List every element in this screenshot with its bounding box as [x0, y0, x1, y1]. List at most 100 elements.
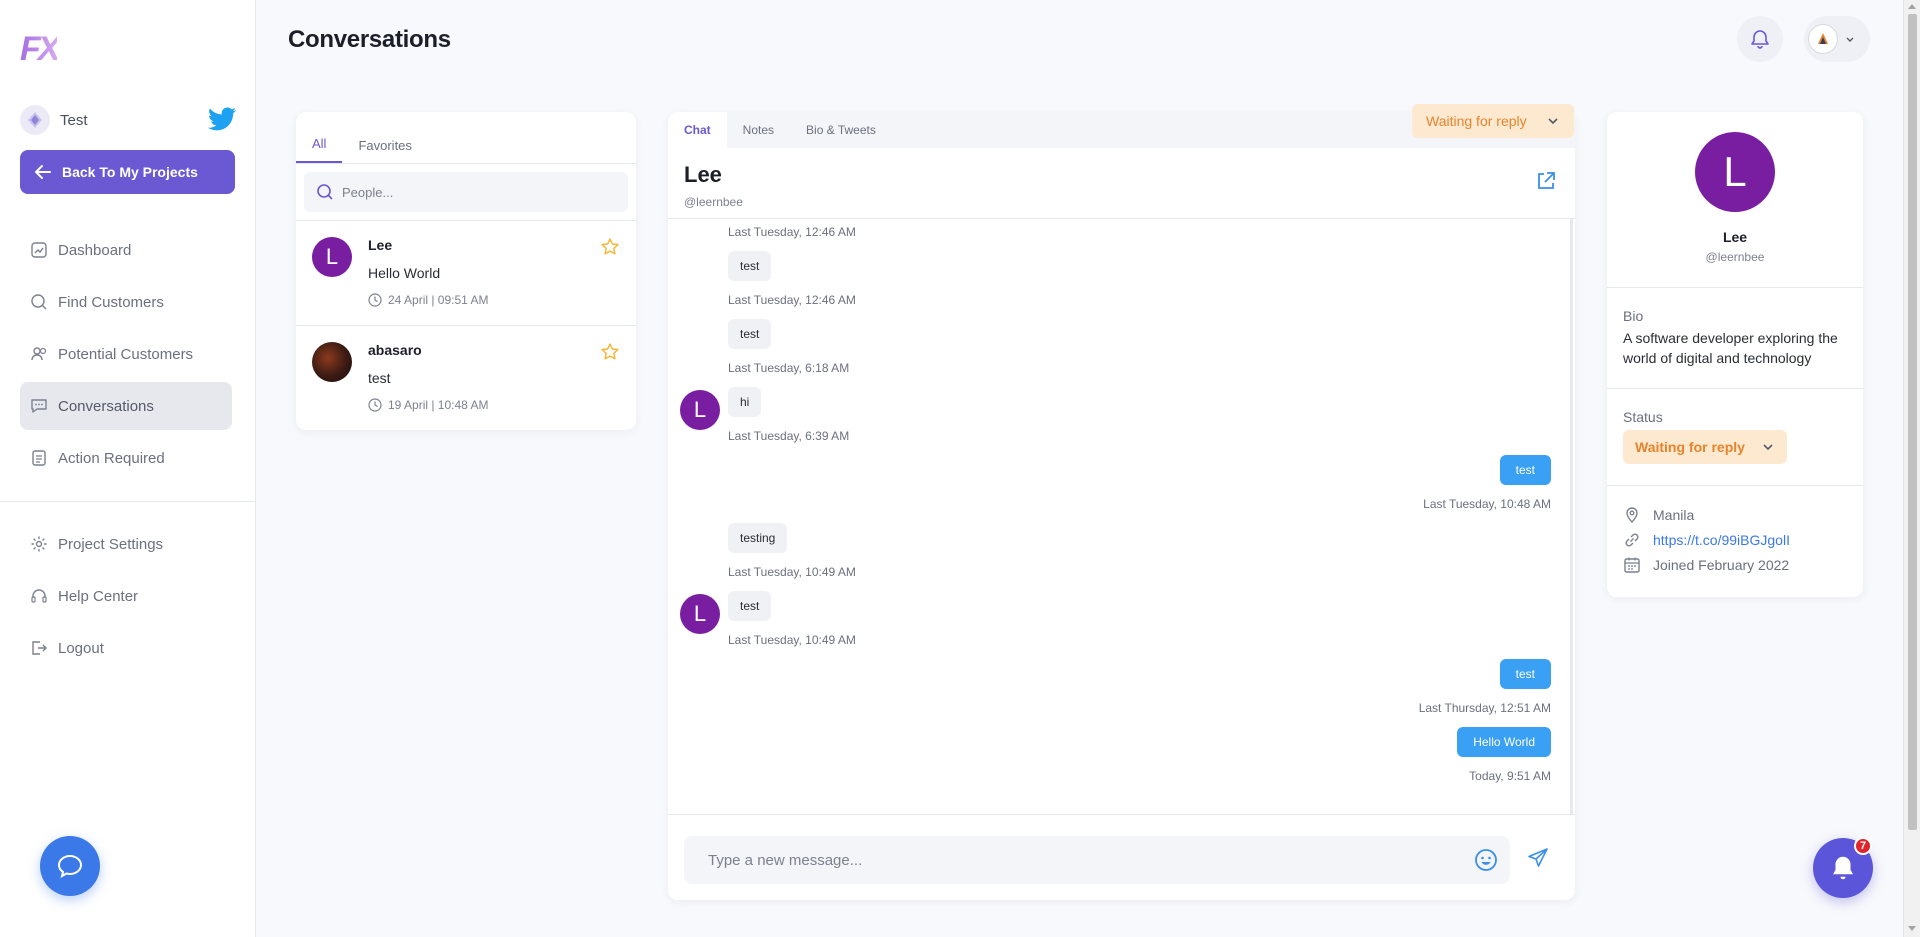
- profile-joined: Joined February 2022: [1623, 556, 1789, 574]
- main-nav: Dashboard Find Customers Potential Custo…: [20, 226, 232, 486]
- conversation-list: All Favorites L Lee Hello World 24 April…: [296, 112, 636, 430]
- tab-chat[interactable]: Chat: [668, 112, 727, 148]
- nav-project-settings[interactable]: Project Settings: [20, 520, 232, 568]
- conversation-name: abasaro: [368, 342, 422, 358]
- link-icon: [1625, 533, 1639, 547]
- nav-potential-customers[interactable]: Potential Customers: [20, 330, 232, 378]
- message-input[interactable]: [708, 851, 1448, 869]
- gear-icon: [31, 536, 47, 552]
- back-to-projects-label: Back To My Projects: [62, 164, 198, 180]
- conversation-name: Lee: [368, 237, 393, 253]
- support-chat-button[interactable]: [40, 836, 100, 896]
- headset-icon: [31, 589, 47, 603]
- tab-notes[interactable]: Notes: [727, 112, 790, 148]
- nav-dashboard-label: Dashboard: [58, 241, 132, 259]
- nav-conversations[interactable]: Conversations: [20, 382, 232, 430]
- message-bubble-out: test: [1499, 455, 1551, 485]
- status-label: Status: [1623, 409, 1663, 425]
- avatar: L: [680, 594, 720, 634]
- chat-header: Lee @leernbee: [668, 148, 1575, 219]
- conversation-preview: Hello World: [368, 265, 441, 281]
- nav-dashboard[interactable]: Dashboard: [20, 226, 232, 274]
- calendar-icon: [1624, 557, 1640, 573]
- scroll-down-arrow-icon[interactable]: [1908, 926, 1916, 931]
- conversation-tabs: All Favorites: [296, 112, 636, 164]
- conversation-preview: test: [368, 370, 391, 386]
- sidebar-divider: [0, 501, 256, 502]
- nav-help-center-label: Help Center: [58, 587, 139, 605]
- chat-panel: Chat Notes Bio & Tweets Lee @leernbee La…: [668, 112, 1575, 900]
- conversation-time: 19 April | 10:48 AM: [368, 398, 620, 412]
- project-avatar: [20, 105, 50, 135]
- nav-logout[interactable]: Logout: [20, 624, 232, 672]
- nav-action-required[interactable]: Action Required: [20, 434, 232, 482]
- arrow-left-icon: [35, 165, 51, 179]
- message-time: Today, 9:51 AM: [1469, 769, 1551, 783]
- logout-icon: [32, 641, 47, 655]
- nav-find-customers[interactable]: Find Customers: [20, 278, 232, 326]
- conversation-time-text: 24 April | 09:51 AM: [388, 293, 489, 307]
- window-scrollbar[interactable]: [1903, 0, 1920, 937]
- message-time: Last Tuesday, 10:49 AM: [728, 633, 856, 647]
- tab-all[interactable]: All: [296, 136, 343, 163]
- people-search-input[interactable]: [342, 184, 612, 200]
- profile-link-anchor[interactable]: https://t.co/99iBGJgolI: [1653, 532, 1790, 548]
- message-time: Last Tuesday, 6:39 AM: [728, 429, 850, 443]
- message-scrollbar[interactable]: [1570, 219, 1573, 814]
- status-dropdown-value: Waiting for reply: [1426, 113, 1527, 129]
- tab-favorites[interactable]: Favorites: [342, 138, 427, 163]
- chevron-down-icon: [1763, 444, 1773, 451]
- message-composer: [684, 836, 1510, 884]
- page-title: Conversations: [288, 26, 451, 53]
- nav-potential-customers-label: Potential Customers: [58, 345, 194, 363]
- clock-icon: [368, 398, 382, 412]
- profile-joined-text: Joined February 2022: [1653, 557, 1790, 573]
- twitter-icon: [208, 106, 236, 134]
- user-menu-button[interactable]: [1804, 16, 1870, 62]
- conversation-item[interactable]: L Lee Hello World 24 April | 09:51 AM: [296, 220, 636, 325]
- nav-help-center[interactable]: Help Center: [20, 572, 232, 620]
- external-link-icon[interactable]: [1535, 170, 1557, 192]
- clock-icon: [368, 293, 382, 307]
- users-icon: [31, 347, 47, 361]
- dashboard-icon: [31, 242, 47, 258]
- nav-project-settings-label: Project Settings: [58, 535, 164, 553]
- message-bubble-in: testing: [728, 523, 788, 553]
- user-avatar-image: [1818, 33, 1828, 44]
- avatar: [312, 342, 352, 382]
- status-dropdown[interactable]: Waiting for reply: [1412, 104, 1574, 138]
- profile-handle: @leernbee: [1705, 250, 1765, 264]
- message-bubble-out: Hello World: [1457, 727, 1551, 757]
- notifications-button[interactable]: [1737, 16, 1783, 62]
- profile-link: https://t.co/99iBGJgolI: [1623, 531, 1790, 549]
- chat-bubble-icon: [57, 854, 83, 878]
- profile-location: Manila: [1623, 506, 1694, 524]
- avatar: L: [680, 390, 720, 430]
- search-icon: [31, 294, 47, 310]
- message-time: Last Tuesday, 12:46 AM: [728, 225, 856, 239]
- send-icon[interactable]: [1526, 846, 1550, 870]
- fx-logo[interactable]: FX: [20, 30, 60, 69]
- bell-icon: [1751, 30, 1769, 49]
- message-list[interactable]: Last Tuesday, 12:46 AM test Last Tuesday…: [668, 219, 1575, 815]
- conversation-item[interactable]: abasaro test 19 April | 10:48 AM: [296, 325, 636, 430]
- contact-profile: L Lee @leernbee Bio A software developer…: [1607, 112, 1863, 597]
- secondary-nav: Project Settings Help Center Logout: [20, 520, 232, 676]
- message-bubble-out: test: [1499, 659, 1551, 689]
- message-bubble-in: test: [728, 251, 772, 281]
- favorite-star-icon[interactable]: [600, 237, 620, 257]
- scroll-up-arrow-icon[interactable]: [1908, 4, 1916, 9]
- back-to-projects-button[interactable]: Back To My Projects: [20, 150, 235, 194]
- window-scrollbar-thumb[interactable]: [1908, 14, 1917, 830]
- emoji-icon[interactable]: [1474, 848, 1498, 872]
- message-bubble-in: test: [728, 319, 772, 349]
- favorite-star-icon[interactable]: [600, 342, 620, 362]
- tab-bio-tweets[interactable]: Bio & Tweets: [790, 112, 892, 148]
- bell-icon: [1833, 856, 1853, 880]
- clipboard-icon: [32, 450, 46, 466]
- sidebar: FX Test Back To My Projects Dashboard Fi…: [0, 0, 256, 937]
- notification-count-badge: 7: [1854, 837, 1872, 855]
- profile-status-dropdown[interactable]: Waiting for reply: [1623, 430, 1787, 464]
- profile-divider: [1607, 485, 1863, 486]
- search-icon: [317, 184, 333, 200]
